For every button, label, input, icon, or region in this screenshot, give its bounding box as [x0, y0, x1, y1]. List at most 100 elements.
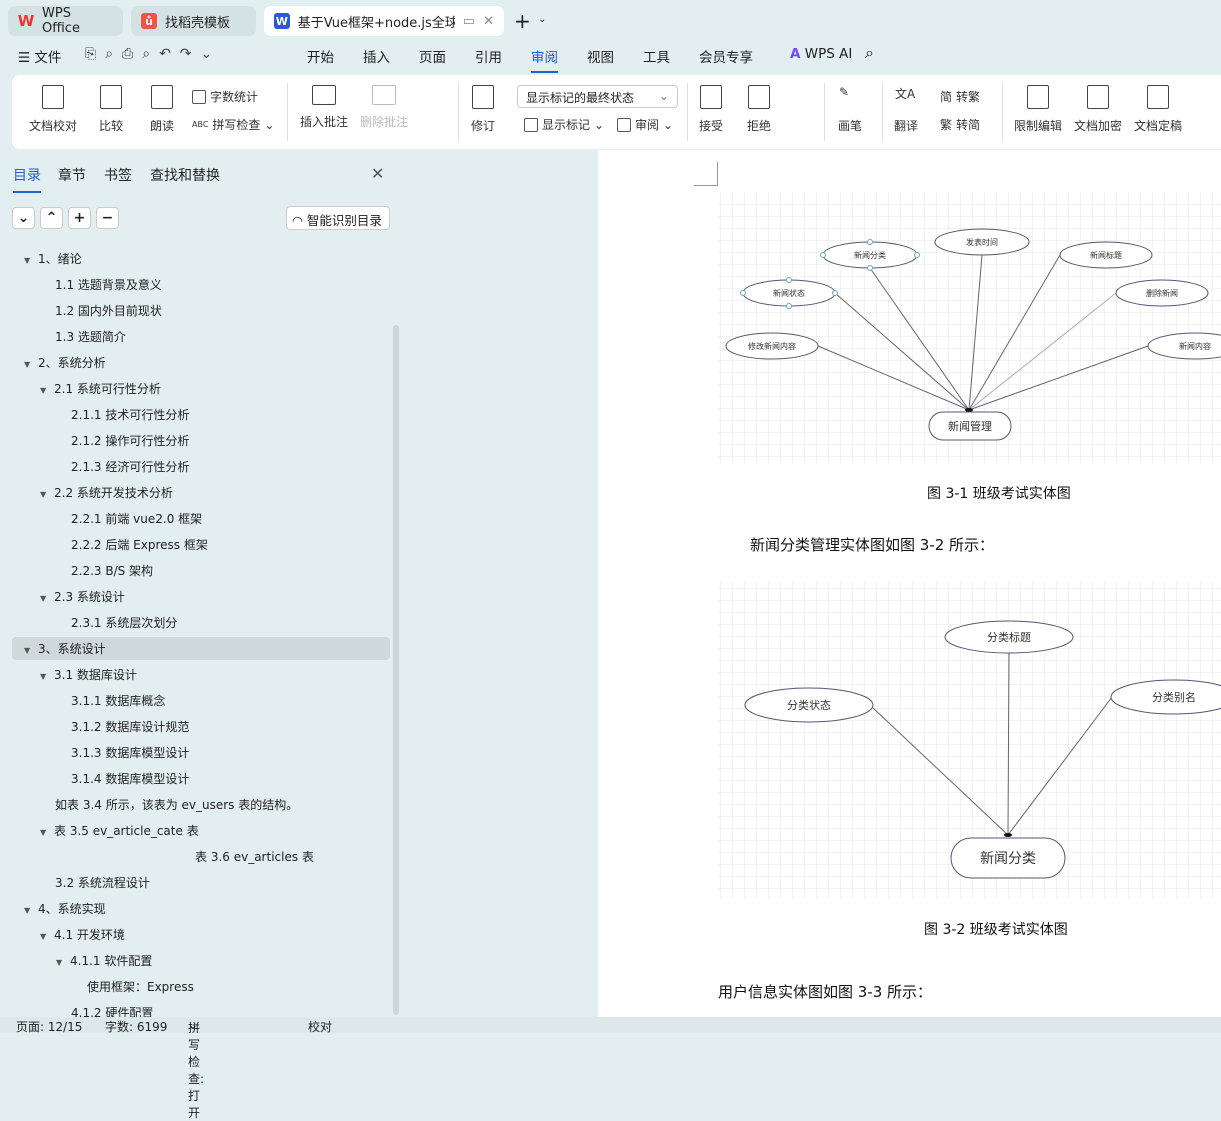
- close-tab-icon[interactable]: ✕: [483, 14, 494, 29]
- encrypt-button[interactable]: 文档加密: [1074, 85, 1122, 134]
- add-level-button[interactable]: +: [68, 207, 91, 229]
- toc-item[interactable]: 3.1.4 数据库模型设计: [71, 768, 189, 790]
- read-aloud-icon: [151, 85, 173, 109]
- expand-triangle-icon[interactable]: ▼: [56, 952, 70, 974]
- close-panel-icon[interactable]: ✕: [371, 164, 384, 183]
- remove-level-button[interactable]: −: [96, 207, 119, 229]
- new-tab-button[interactable]: +: [514, 9, 531, 33]
- expand-triangle-icon[interactable]: ▼: [40, 822, 54, 844]
- toc-scrollbar[interactable]: [393, 325, 399, 1015]
- wps-ai-button[interactable]: A WPS AI: [790, 46, 852, 62]
- spell-check-button[interactable]: ABC 拼写检查 ⌄: [192, 116, 274, 133]
- toc-item[interactable]: 1.1 选题背景及意义: [55, 274, 162, 296]
- toc-item[interactable]: ▼ 2.3 系统设计: [40, 586, 125, 608]
- collapse-button[interactable]: ⌄: [12, 207, 35, 229]
- smart-toc-button[interactable]: ◠ 智能识别目录: [286, 206, 390, 230]
- quick-access-toolbar[interactable]: ⎘⌕⎙⌕↶↷⌄: [85, 46, 221, 62]
- word-count[interactable]: 字数: 6199: [105, 1018, 167, 1035]
- expand-triangle-icon[interactable]: ▼: [24, 250, 38, 272]
- toc-item[interactable]: 2.2.1 前端 vue2.0 框架: [71, 508, 202, 530]
- tab-list-chevron-icon[interactable]: ⌄: [538, 14, 546, 25]
- toc-item[interactable]: ▼ 2.2 系统开发技术分析: [40, 482, 173, 504]
- wps-ai-icon: A: [790, 46, 801, 62]
- compare-button[interactable]: 比较: [99, 85, 123, 134]
- expand-triangle-icon[interactable]: ▼: [24, 354, 38, 376]
- toc-item[interactable]: 2.2.2 后端 Express 框架: [71, 534, 208, 556]
- tab-toc[interactable]: 目录: [13, 165, 41, 193]
- toc-item[interactable]: 表 3.6 ev_articles 表: [195, 846, 314, 868]
- menu-view[interactable]: 视图: [587, 46, 614, 66]
- menu-references[interactable]: 引用: [475, 46, 502, 66]
- review-pane-button[interactable]: 审阅 ⌄: [617, 116, 673, 133]
- display-mode-select[interactable]: 显示标记的最终状态 ⌄: [517, 85, 678, 108]
- expand-triangle-icon[interactable]: ▼: [40, 926, 54, 948]
- reject-button[interactable]: 拒绝: [747, 85, 771, 134]
- toc-item[interactable]: 2.1.1 技术可行性分析: [71, 404, 189, 426]
- menu-page[interactable]: 页面: [419, 46, 446, 66]
- menu-review[interactable]: 审阅: [531, 46, 558, 73]
- expand-triangle-icon[interactable]: ▼: [40, 484, 54, 506]
- search-icon[interactable]: ⌕: [865, 43, 874, 63]
- to-simplified-button[interactable]: 繁转简: [940, 116, 980, 133]
- toc-item[interactable]: 如表 3.4 所示，该表为 ev_users 表的结构。: [55, 794, 298, 816]
- show-marks-icon: [524, 117, 538, 132]
- expand-triangle-icon[interactable]: ▼: [24, 640, 38, 662]
- toc-item[interactable]: 2.2.3 B/S 架构: [71, 560, 153, 582]
- restrict-edit-button[interactable]: 限制编辑: [1014, 85, 1062, 134]
- word-count-button[interactable]: 字数统计: [192, 88, 258, 105]
- toc-item-label: 4.1.1 软件配置: [70, 954, 153, 968]
- tab-wps-office[interactable]: W WPS Office: [8, 6, 123, 36]
- toc-item[interactable]: 3.2 系统流程设计: [55, 872, 150, 894]
- proofread-button[interactable]: 文档校对: [29, 85, 77, 134]
- tab-bookmarks[interactable]: 书签: [104, 165, 132, 185]
- toc-item[interactable]: 2.1.2 操作可行性分析: [71, 430, 189, 452]
- pen-button[interactable]: ✎ 画笔: [838, 85, 862, 134]
- toc-item[interactable]: ▼ 2、系统分析: [24, 352, 106, 374]
- proofread-status[interactable]: 校对: [308, 1018, 332, 1035]
- toc-item[interactable]: ▼ 4、系统实现: [24, 898, 106, 920]
- toc-item[interactable]: 1.2 国内外目前现状: [55, 300, 162, 322]
- expand-triangle-icon[interactable]: ▼: [40, 666, 54, 688]
- toc-item[interactable]: ▼ 4.1.1 软件配置: [56, 950, 152, 972]
- menu-start[interactable]: 开始: [307, 46, 334, 66]
- file-menu[interactable]: ☰ 文件: [18, 46, 61, 66]
- show-marks-button[interactable]: 显示标记 ⌄: [524, 116, 604, 133]
- toc-item[interactable]: 2.1.3 经济可行性分析: [71, 456, 189, 478]
- toc-item[interactable]: ▼ 3、系统设计: [24, 638, 106, 660]
- toc-item[interactable]: ▼ 3.1 数据库设计: [40, 664, 137, 686]
- translate-button[interactable]: 文A 翻译: [894, 85, 918, 134]
- toc-item[interactable]: 2.3.1 系统层次划分: [71, 612, 177, 634]
- toc-item[interactable]: 1.3 选题简介: [55, 326, 126, 348]
- page-count[interactable]: 页面: 12/15: [16, 1018, 82, 1035]
- track-changes-button[interactable]: 修订: [471, 85, 495, 134]
- expand-triangle-icon[interactable]: ▼: [40, 380, 54, 402]
- tab-chapters[interactable]: 章节: [58, 165, 86, 185]
- toc-item[interactable]: 3.1.3 数据库模型设计: [71, 742, 189, 764]
- screen-icon[interactable]: ▭: [463, 14, 475, 29]
- expand-triangle-icon[interactable]: ▼: [24, 900, 38, 922]
- review-pane-icon: [617, 117, 631, 132]
- node-label: 修改新闻内容: [748, 341, 796, 351]
- expand-triangle-icon[interactable]: ▼: [40, 588, 54, 610]
- expand-up-button[interactable]: ⌃: [40, 207, 63, 229]
- toc-item[interactable]: ▼ 表 3.5 ev_article_cate 表: [40, 820, 199, 842]
- toc-item[interactable]: 使用框架：Express: [87, 976, 194, 998]
- spell-check-status[interactable]: 拼写检查: 打开 ⌄: [188, 1018, 204, 1120]
- menu-insert[interactable]: 插入: [363, 46, 390, 66]
- menu-membership[interactable]: 会员专享: [699, 46, 753, 66]
- toc-item[interactable]: ▼ 2.1 系统可行性分析: [40, 378, 161, 400]
- toc-item[interactable]: 3.1.1 数据库概念: [71, 690, 165, 712]
- tab-template[interactable]: ů 找稻壳模板: [131, 6, 256, 36]
- finalize-button[interactable]: 文档定稿: [1134, 85, 1182, 134]
- tab-document[interactable]: W基于Vue框架+node.js全球新闻▭✕: [264, 6, 504, 36]
- accept-button[interactable]: 接受: [699, 85, 723, 134]
- toc-item[interactable]: 3.1.2 数据库设计规范: [71, 716, 189, 738]
- delete-comment-button[interactable]: 删除批注: [360, 85, 408, 130]
- toc-item[interactable]: ▼ 4.1 开发环境: [40, 924, 125, 946]
- menu-tools[interactable]: 工具: [643, 46, 670, 66]
- read-aloud-button[interactable]: 朗读: [150, 85, 174, 134]
- toc-item[interactable]: ▼ 1、绪论: [24, 248, 82, 270]
- insert-comment-button[interactable]: 插入批注: [300, 85, 348, 130]
- tab-find-replace[interactable]: 查找和替换: [150, 165, 220, 185]
- to-traditional-button[interactable]: 简转繁: [940, 88, 980, 105]
